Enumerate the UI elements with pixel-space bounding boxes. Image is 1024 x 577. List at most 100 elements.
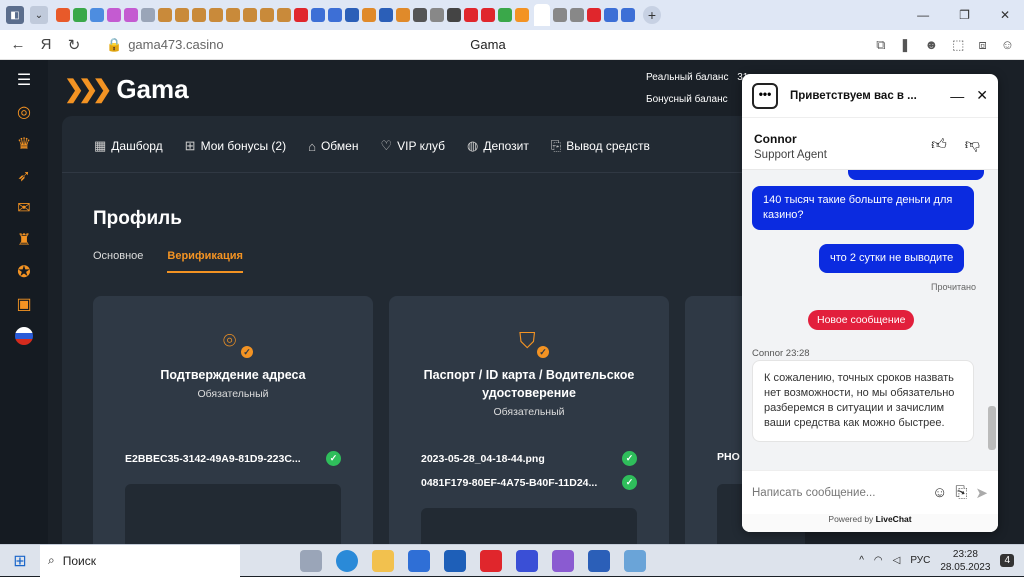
minimize-icon[interactable]: — bbox=[917, 8, 929, 22]
explorer-icon[interactable] bbox=[372, 549, 394, 572]
tab-favicon[interactable] bbox=[379, 8, 393, 22]
tab-favicon[interactable] bbox=[587, 8, 601, 22]
new-message-badge[interactable]: Новое сообщение bbox=[808, 310, 915, 330]
task-view-icon[interactable] bbox=[300, 549, 322, 572]
tab-favicon[interactable] bbox=[430, 8, 444, 22]
language-flag-icon[interactable] bbox=[0, 320, 48, 352]
wifi-icon[interactable]: ◠ bbox=[874, 555, 883, 566]
app-icon[interactable] bbox=[624, 549, 646, 572]
tab-favicon[interactable] bbox=[277, 8, 291, 22]
message-input[interactable]: Написать сообщение... bbox=[752, 487, 924, 499]
medal-icon[interactable]: ✪ bbox=[0, 256, 48, 288]
site-logo[interactable]: ❯❯❯ Gama bbox=[64, 74, 189, 105]
profile-icon[interactable]: ☺ bbox=[1001, 37, 1014, 53]
tab-favicon[interactable] bbox=[515, 8, 529, 22]
taskbar-search[interactable]: ⌕ Поиск bbox=[40, 544, 240, 577]
real-balance: Реальный баланс 31 bbox=[646, 72, 748, 83]
downloads-icon[interactable]: ⧈ bbox=[978, 37, 986, 53]
tab-favicon[interactable] bbox=[345, 8, 359, 22]
emoji-icon[interactable]: ☺ bbox=[932, 484, 947, 501]
notifications-badge[interactable]: 4 bbox=[1000, 554, 1014, 567]
copilot-icon[interactable] bbox=[552, 549, 574, 572]
menu-vip[interactable]: ♡ VIP клуб bbox=[380, 138, 445, 154]
tab-favicon[interactable] bbox=[209, 8, 223, 22]
uploaded-file[interactable]: 0481F179-80EF-4A75-B40F-11D24... ✓ bbox=[421, 475, 637, 490]
upload-area[interactable] bbox=[421, 508, 637, 544]
menu-bonuses[interactable]: ⊞ Мои бонусы (2) bbox=[185, 138, 286, 154]
tab-favicon[interactable] bbox=[604, 8, 618, 22]
tab-favicon[interactable] bbox=[73, 8, 87, 22]
app-icon[interactable] bbox=[516, 549, 538, 572]
send-icon[interactable]: ➤ bbox=[975, 484, 988, 502]
coins-icon[interactable]: ◎ bbox=[0, 96, 48, 128]
tab-favicon[interactable] bbox=[260, 8, 274, 22]
upload-area[interactable] bbox=[125, 484, 341, 544]
tab-favicon[interactable] bbox=[192, 8, 206, 22]
edge-icon[interactable] bbox=[336, 549, 358, 572]
tab-main[interactable]: Основное bbox=[93, 250, 143, 273]
tab-favicon[interactable] bbox=[413, 8, 427, 22]
user-message-previous bbox=[848, 170, 984, 180]
casino-icon[interactable]: ♛ bbox=[0, 128, 48, 160]
tab-favicon[interactable] bbox=[294, 8, 308, 22]
tab-favicon[interactable] bbox=[141, 8, 155, 22]
powered-by[interactable]: Powered by LiveChat bbox=[742, 514, 998, 532]
restore-icon[interactable]: ❐ bbox=[959, 8, 970, 22]
thumbs-down-icon[interactable]: 👎︎ bbox=[965, 136, 980, 154]
tab-favicon[interactable] bbox=[447, 8, 461, 22]
tab-verification[interactable]: Верификация bbox=[167, 250, 243, 273]
rocket-icon[interactable]: ➶ bbox=[0, 160, 48, 192]
profile-tabs: Основное Верификация bbox=[93, 250, 243, 273]
active-tab[interactable] bbox=[534, 4, 550, 26]
chat-scrollbar[interactable] bbox=[988, 406, 996, 450]
tab-favicon[interactable] bbox=[158, 8, 172, 22]
windows-start-icon[interactable]: ⊞ bbox=[0, 551, 40, 571]
tab-favicon[interactable] bbox=[56, 8, 70, 22]
yandex-browser-icon[interactable] bbox=[480, 549, 502, 572]
gift-icon[interactable]: ✉ bbox=[0, 192, 48, 224]
passport-verification-card: ⛉ ✓ Паспорт / ID карта / Водительское удо… bbox=[389, 296, 669, 544]
site-sidebar: ☰ ◎ ♛ ➶ ✉ ♜ ✪ ▣ bbox=[0, 60, 48, 544]
hamburger-icon[interactable]: ☰ bbox=[0, 64, 48, 96]
uploaded-file[interactable]: E2BBEC35-3142-49A9-81D9-223C... ✓ bbox=[125, 451, 341, 466]
thumbs-up-icon[interactable]: 👍︎ bbox=[931, 136, 947, 154]
close-chat-icon[interactable]: ✕ bbox=[976, 87, 988, 104]
tab-favicon[interactable] bbox=[464, 8, 478, 22]
tab-favicon[interactable] bbox=[243, 8, 257, 22]
tab-favicon[interactable] bbox=[175, 8, 189, 22]
word-icon[interactable] bbox=[588, 549, 610, 572]
trophy-icon[interactable]: ♜ bbox=[0, 224, 48, 256]
tab-favicon[interactable] bbox=[481, 8, 495, 22]
minimize-chat-icon[interactable]: — bbox=[950, 88, 964, 104]
tab-favicon[interactable] bbox=[362, 8, 376, 22]
tab-favicon[interactable] bbox=[621, 8, 635, 22]
clock[interactable]: 23:28 28.05.2023 bbox=[940, 548, 990, 574]
browser-menu-icon[interactable]: ◧ bbox=[6, 6, 24, 24]
menu-exchange[interactable]: ⌂ Обмен bbox=[308, 138, 358, 154]
menu-dashboard[interactable]: ▦ Дашборд bbox=[94, 138, 163, 154]
tab-favicon[interactable] bbox=[311, 8, 325, 22]
uploaded-file[interactable]: 2023-05-28_04-18-44.png ✓ bbox=[421, 451, 637, 466]
menu-deposit[interactable]: ◍ Депозит bbox=[467, 138, 529, 154]
menu-withdraw[interactable]: ⎘ Вывод средств bbox=[551, 138, 650, 154]
close-window-icon[interactable]: ✕ bbox=[1000, 8, 1010, 22]
tab-favicon[interactable] bbox=[124, 8, 138, 22]
tab-favicon[interactable] bbox=[226, 8, 240, 22]
chevron-up-icon[interactable]: ^ bbox=[859, 555, 864, 566]
tab-favicon[interactable] bbox=[107, 8, 121, 22]
lang-indicator[interactable]: РУС bbox=[910, 555, 930, 566]
tab-favicon[interactable] bbox=[498, 8, 512, 22]
tab-favicon[interactable] bbox=[396, 8, 410, 22]
tab-favicon[interactable] bbox=[553, 8, 567, 22]
tab-favicon[interactable] bbox=[328, 8, 342, 22]
tab-favicon[interactable] bbox=[570, 8, 584, 22]
attach-icon[interactable]: ⎘ bbox=[955, 484, 967, 501]
new-tab-button[interactable]: + bbox=[643, 6, 661, 24]
check-icon: ✓ bbox=[622, 451, 637, 466]
chat-icon[interactable]: ▣ bbox=[0, 288, 48, 320]
volume-icon[interactable]: ◁ bbox=[893, 555, 901, 566]
store-icon[interactable] bbox=[408, 549, 430, 572]
tabs-dropdown-icon[interactable]: ⌄ bbox=[30, 6, 48, 24]
mail-icon[interactable] bbox=[444, 549, 466, 572]
tab-favicon[interactable] bbox=[90, 8, 104, 22]
